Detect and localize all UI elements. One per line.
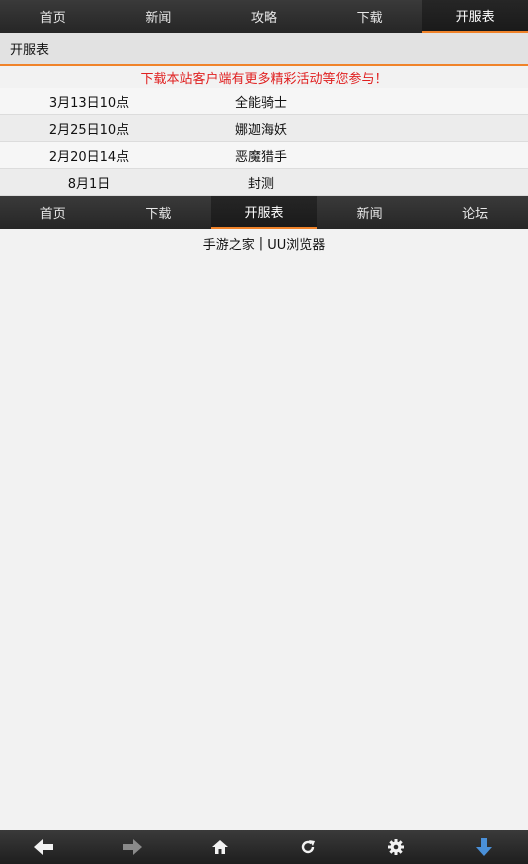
server-game-link[interactable]: 恶魔猎手 <box>178 146 344 165</box>
server-date: 2月20日14点 <box>48 149 130 165</box>
table-row: 8月1日 封测 <box>0 169 528 196</box>
sub-nav-forum[interactable]: 论坛 <box>422 196 528 229</box>
sub-nav: 首页 下载 开服表 新闻 论坛 <box>0 196 528 229</box>
footer-links: 手游之家 | UU浏览器 <box>0 229 528 257</box>
top-nav-news[interactable]: 新闻 <box>106 0 212 33</box>
sub-nav-server-list[interactable]: 开服表 <box>211 196 317 229</box>
top-nav: 首页 新闻 攻略 下载 开服表 <box>0 0 528 33</box>
server-date: 2月25日10点 <box>48 122 130 138</box>
refresh-icon <box>301 840 315 854</box>
server-game-link[interactable]: 全能骑士 <box>178 92 344 111</box>
download-button[interactable] <box>464 830 504 864</box>
forward-button[interactable] <box>112 830 152 864</box>
footer-link-site[interactable]: 手游之家 <box>203 234 255 253</box>
sub-nav-news[interactable]: 新闻 <box>317 196 423 229</box>
section-title: 开服表 <box>0 33 528 66</box>
back-icon <box>34 839 53 855</box>
download-icon <box>476 838 492 856</box>
gear-icon <box>388 839 404 855</box>
table-row: 2月25日10点 娜迦海妖 <box>0 115 528 142</box>
footer-separator: | <box>258 235 264 251</box>
promo-text[interactable]: 下载本站客户端有更多精彩活动等您参与！ <box>140 68 387 87</box>
top-nav-guides[interactable]: 攻略 <box>211 0 317 33</box>
server-schedule-table: 3月13日10点 全能骑士 2月25日10点 娜迦海妖 2月20日14点 恶魔猎… <box>0 88 528 196</box>
server-date: 3月13日10点 <box>48 95 130 111</box>
refresh-button[interactable] <box>288 830 328 864</box>
back-button[interactable] <box>24 830 64 864</box>
sub-nav-download[interactable]: 下载 <box>106 196 212 229</box>
sub-nav-home[interactable]: 首页 <box>0 196 106 229</box>
table-row: 2月20日14点 恶魔猎手 <box>0 142 528 169</box>
top-nav-home[interactable]: 首页 <box>0 0 106 33</box>
home-button[interactable] <box>200 830 240 864</box>
top-nav-download[interactable]: 下载 <box>317 0 423 33</box>
section-title-text: 开服表 <box>10 43 50 58</box>
server-game-link[interactable]: 封测 <box>178 173 344 192</box>
server-game-link[interactable]: 娜迦海妖 <box>178 119 344 138</box>
home-icon <box>212 840 228 854</box>
browser-toolbar <box>0 830 528 864</box>
table-row: 3月13日10点 全能骑士 <box>0 88 528 115</box>
footer-link-browser[interactable]: UU浏览器 <box>267 234 325 253</box>
server-date: 8月1日 <box>67 176 111 192</box>
promo-link[interactable]: 下载本站客户端有更多精彩活动等您参与！ <box>0 66 528 88</box>
top-nav-server-list[interactable]: 开服表 <box>422 0 528 33</box>
settings-button[interactable] <box>376 830 416 864</box>
forward-icon <box>123 839 142 855</box>
